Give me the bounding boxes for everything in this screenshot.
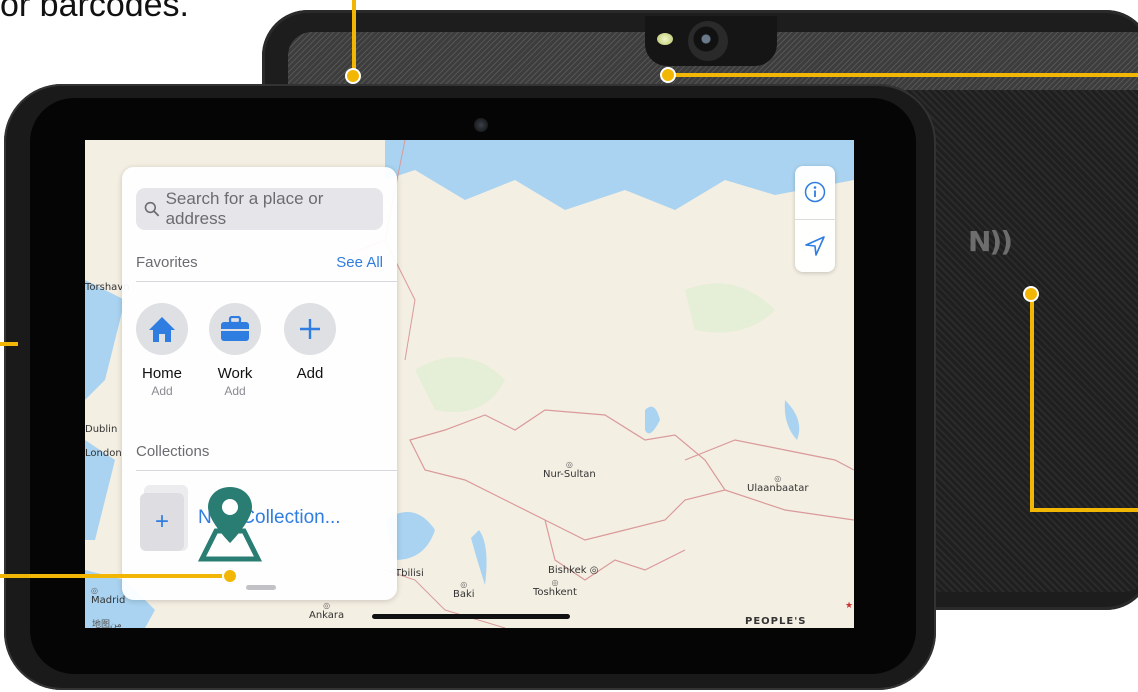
legal-mark[interactable]: ★	[845, 600, 853, 611]
callout-dot	[660, 67, 676, 83]
briefcase-icon	[209, 303, 261, 355]
callout-line	[668, 73, 1138, 77]
callout-dot	[222, 568, 238, 584]
front-camera-icon	[474, 118, 488, 132]
favorite-sublabel: Add	[224, 384, 246, 398]
map-label-city[interactable]: ◎ Toshkent	[533, 578, 577, 598]
divider	[136, 470, 397, 471]
map-label-city[interactable]: ◎ Nur-Sultan	[543, 460, 596, 480]
favorite-home[interactable]: Home Add	[127, 303, 197, 398]
home-indicator[interactable]	[372, 614, 570, 619]
maps-sidebar-panel: Search for a place or address Favorites …	[122, 167, 397, 600]
map-label-city[interactable]: London	[85, 448, 122, 459]
callout-line	[352, 0, 356, 76]
collection-stack-front: +	[140, 493, 184, 551]
location-arrow-icon	[805, 236, 825, 256]
divider	[136, 281, 397, 282]
favorite-add[interactable]: Add	[275, 303, 345, 382]
callout-dot	[345, 68, 361, 84]
callout-line	[1030, 508, 1138, 512]
callout-line	[0, 574, 230, 578]
map-label-city[interactable]: ◎ Ankara	[309, 601, 344, 621]
search-placeholder: Search for a place or address	[165, 189, 324, 228]
favorite-label: Home	[141, 365, 182, 382]
see-all-link[interactable]: See All	[336, 254, 383, 271]
map-label-city[interactable]: Tbilisi	[395, 568, 424, 579]
home-icon	[136, 303, 188, 355]
panel-grabber[interactable]	[246, 585, 276, 590]
callout-dot	[1023, 286, 1039, 302]
map-pin-icon	[197, 487, 263, 562]
favorite-sublabel: Add	[151, 384, 173, 398]
tablet-screen: ◎ Nur-Sultan ◎ Ulaanbaatar Bishkek ◎ ◎ Tosh…	[85, 140, 854, 628]
nfc-icon: N))	[968, 225, 1013, 258]
favorite-work[interactable]: Work Add	[200, 303, 270, 398]
favorite-label: Add	[296, 365, 324, 382]
map-label-city[interactable]: ◎ Baki	[453, 580, 475, 600]
info-button[interactable]	[795, 166, 835, 218]
location-button[interactable]	[795, 220, 835, 272]
map-controls	[795, 166, 835, 272]
map-label-city[interactable]: ◎ Ulaanbaatar	[747, 474, 808, 494]
favorite-label: Work	[217, 365, 253, 382]
map-label-city[interactable]: ◎ Madrid	[91, 586, 125, 606]
favorites-heading: Favorites	[136, 254, 198, 271]
search-icon	[144, 201, 160, 217]
plus-icon: +	[154, 508, 169, 535]
callout-line	[1030, 294, 1034, 510]
map-label-region[interactable]: PEOPLE'S	[745, 616, 806, 627]
search-input[interactable]: Search for a place or address	[136, 188, 383, 230]
plus-icon	[284, 303, 336, 355]
rear-camera-icon	[688, 21, 728, 61]
collections-heading: Collections	[136, 443, 210, 460]
map-label-city[interactable]: Bishkek ◎	[548, 565, 598, 576]
callout-line	[0, 342, 18, 346]
info-icon	[804, 181, 826, 203]
flash-icon	[657, 33, 673, 45]
new-collection-icon[interactable]: +	[140, 485, 190, 551]
maps-logo: 地图من	[92, 619, 122, 628]
caption-text: or barcodes.	[0, 0, 189, 24]
map-label-city[interactable]: Dublin	[85, 424, 117, 435]
